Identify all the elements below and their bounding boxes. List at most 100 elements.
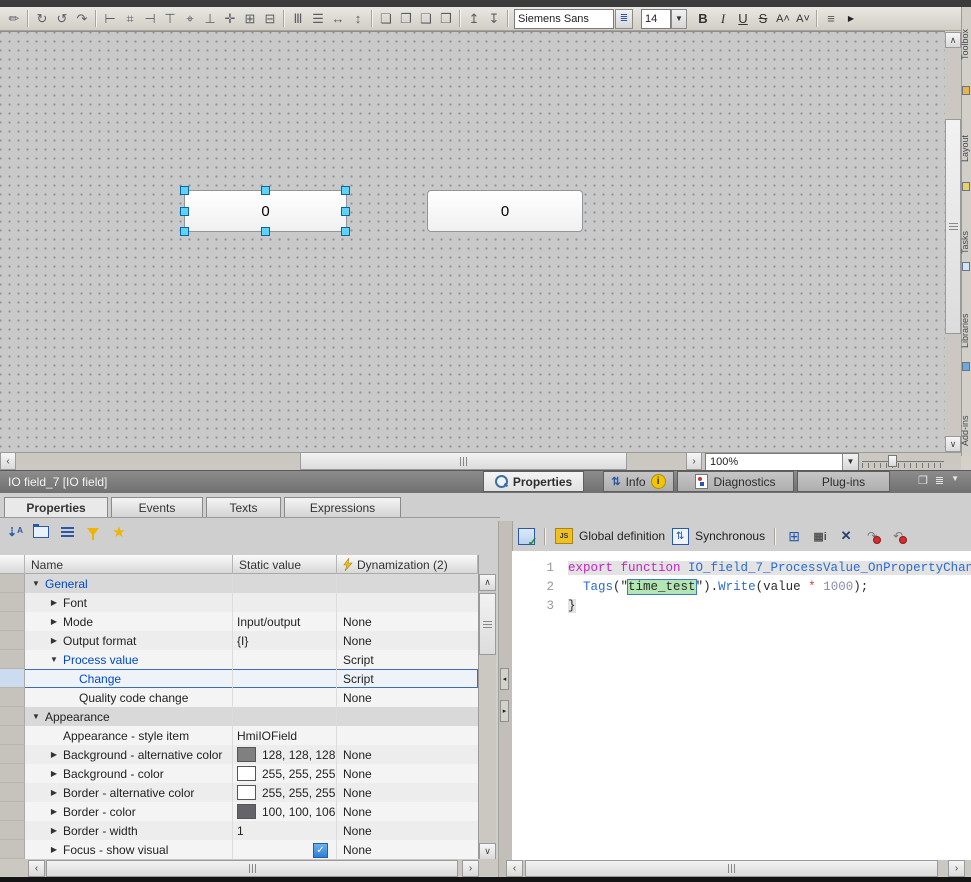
- font-family-combo[interactable]: Siemens Sans ≣: [514, 9, 633, 29]
- dynamization-cell[interactable]: [337, 574, 478, 593]
- table-scroll-up-button[interactable]: ∧: [479, 574, 496, 591]
- favorites-icon[interactable]: ★: [110, 523, 128, 541]
- table-scroll-left-button[interactable]: ‹: [28, 860, 45, 877]
- send-to-back-icon[interactable]: ❒: [436, 9, 456, 28]
- global-definition-button[interactable]: Global definition: [579, 529, 665, 543]
- static-value-cell[interactable]: 100, 100, 106: [233, 802, 337, 821]
- static-value-cell[interactable]: Input/output: [233, 612, 337, 631]
- collapsed-arrow-icon[interactable]: ▶: [49, 788, 59, 797]
- collapsed-arrow-icon[interactable]: ▶: [49, 826, 59, 835]
- script-scroll-right-button[interactable]: ›: [948, 860, 965, 877]
- static-value-cell[interactable]: HmiIOField: [233, 726, 337, 745]
- header-dynamization[interactable]: Dynamization (2): [337, 555, 478, 574]
- property-name-cell[interactable]: ▶Font: [25, 593, 233, 612]
- script-hscrollbar-thumb[interactable]: [525, 860, 938, 877]
- snippets-icon[interactable]: ⊞: [785, 527, 803, 545]
- dynamization-cell[interactable]: Script: [337, 669, 478, 688]
- align-top-icon[interactable]: ⊤: [160, 9, 180, 28]
- font-size-dropdown-icon[interactable]: ▼: [671, 9, 687, 29]
- text-align-button[interactable]: ≡: [821, 9, 841, 28]
- canvas-scroll-right-button[interactable]: ›: [686, 452, 702, 470]
- static-value-cell[interactable]: [233, 688, 337, 707]
- table-scroll-right-button[interactable]: ›: [462, 860, 479, 877]
- dynamization-cell[interactable]: None: [337, 631, 478, 650]
- dynamization-cell[interactable]: None: [337, 802, 478, 821]
- property-name-cell[interactable]: Quality code change: [25, 688, 233, 707]
- sidebar-tab-layout[interactable]: Layout: [961, 100, 971, 162]
- selection-handle-se[interactable]: [341, 227, 350, 236]
- property-row-border-alternative-color[interactable]: ▶Border - alternative color255, 255, 255…: [0, 783, 478, 802]
- static-value-cell[interactable]: [233, 669, 337, 688]
- property-name-cell[interactable]: Appearance - style item: [25, 726, 233, 745]
- screen-canvas[interactable]: 0 0: [0, 31, 945, 453]
- property-row-quality-code-change[interactable]: Quality code changeNone: [0, 688, 478, 707]
- selection-handle-w[interactable]: [180, 207, 189, 216]
- selection-handle-e[interactable]: [341, 207, 350, 216]
- tab-events[interactable]: Events: [111, 497, 203, 518]
- pane-splitter[interactable]: [498, 521, 513, 877]
- collapsed-arrow-icon[interactable]: ▶: [49, 845, 59, 854]
- align-bottom-icon[interactable]: ⊥: [200, 9, 220, 28]
- io-field-7[interactable]: 0: [184, 190, 347, 232]
- dynamization-cell[interactable]: [337, 593, 478, 612]
- match-height-icon[interactable]: ⊟: [260, 9, 280, 28]
- dynamization-cell[interactable]: Script: [337, 650, 478, 669]
- color-swatch[interactable]: [237, 766, 256, 781]
- font-family-value[interactable]: Siemens Sans: [514, 9, 614, 29]
- expanded-arrow-icon[interactable]: ▼: [31, 579, 41, 588]
- inspector-tab-info[interactable]: ⇅ Info i: [603, 471, 674, 492]
- delete-icon[interactable]: ✕: [837, 527, 855, 545]
- collapsed-arrow-icon[interactable]: ▶: [49, 598, 59, 607]
- table-scroll-down-button[interactable]: ∨: [479, 843, 496, 860]
- property-name-cell[interactable]: ▶Border - alternative color: [25, 783, 233, 802]
- selection-handle-nw[interactable]: [180, 186, 189, 195]
- synchronous-button[interactable]: Synchronous: [695, 529, 765, 543]
- align-center-horizontal-icon[interactable]: ⌗: [120, 9, 140, 28]
- script-scroll-left-button[interactable]: ‹: [506, 860, 523, 877]
- rotate-left-icon[interactable]: ↺: [52, 9, 72, 28]
- color-swatch[interactable]: [237, 804, 256, 819]
- static-value-cell[interactable]: [233, 574, 337, 593]
- sidebar-tab-add-ins[interactable]: Add-ins: [961, 376, 971, 446]
- property-name-cell[interactable]: ▶Output format: [25, 631, 233, 650]
- canvas-scroll-down-button[interactable]: ∨: [945, 436, 961, 452]
- static-value-cell[interactable]: 255, 255, 255: [233, 764, 337, 783]
- bring-forward-icon[interactable]: ❐: [396, 9, 416, 28]
- sidebar-tab-toolbox[interactable]: Toolbox: [961, 8, 971, 60]
- canvas-scroll-left-button[interactable]: ‹: [0, 452, 16, 470]
- code-line[interactable]: 3}: [512, 597, 971, 616]
- property-row-border-color[interactable]: ▶Border - color100, 100, 106None: [0, 802, 478, 821]
- synchronous-toggle-icon[interactable]: ⇅: [671, 527, 689, 545]
- color-swatch[interactable]: [237, 747, 256, 762]
- italic-button[interactable]: I: [713, 9, 733, 28]
- property-row-general[interactable]: ▼General: [0, 574, 478, 593]
- property-name-cell[interactable]: ▶Border - color: [25, 802, 233, 821]
- pane-menu-icon[interactable]: ≣: [935, 474, 944, 487]
- float-pane-icon[interactable]: ❐: [918, 474, 928, 487]
- rename-tag-icon[interactable]: ▦i: [811, 527, 829, 545]
- canvas-vscrollbar-thumb[interactable]: [945, 119, 961, 334]
- property-name-cell[interactable]: ▼Appearance: [25, 707, 233, 726]
- distribute-horizontal-icon[interactable]: Ⅲ: [288, 9, 308, 28]
- tab-texts[interactable]: Texts: [206, 497, 281, 518]
- dynamization-cell[interactable]: None: [337, 745, 478, 764]
- sidebar-tab-tasks[interactable]: Tasks: [961, 196, 971, 254]
- decrease-font-button[interactable]: A˅: [793, 9, 813, 28]
- inspector-tab-diagnostics[interactable]: Diagnostics: [677, 471, 794, 492]
- equal-width-icon[interactable]: ↔: [328, 9, 348, 28]
- property-row-appearance-style-item[interactable]: Appearance - style itemHmiIOField: [0, 726, 478, 745]
- underline-button[interactable]: U: [733, 9, 753, 28]
- match-width-icon[interactable]: ⊞: [240, 9, 260, 28]
- static-value-cell[interactable]: 255, 255, 255: [233, 783, 337, 802]
- align-middle-icon[interactable]: ⌖: [180, 9, 200, 28]
- header-name[interactable]: Name: [25, 555, 233, 574]
- dynamization-cell[interactable]: None: [337, 764, 478, 783]
- align-left-icon[interactable]: ⊢: [100, 9, 120, 28]
- goto-prev-error-icon[interactable]: ↶: [889, 527, 907, 545]
- distribute-vertical-icon[interactable]: ☰: [308, 9, 328, 28]
- static-value-cell[interactable]: {I}: [233, 631, 337, 650]
- rotate-right-icon[interactable]: ↻: [32, 9, 52, 28]
- category-folder-icon[interactable]: [32, 523, 50, 541]
- zoom-slider[interactable]: [862, 453, 944, 469]
- static-value-cell[interactable]: [233, 650, 337, 669]
